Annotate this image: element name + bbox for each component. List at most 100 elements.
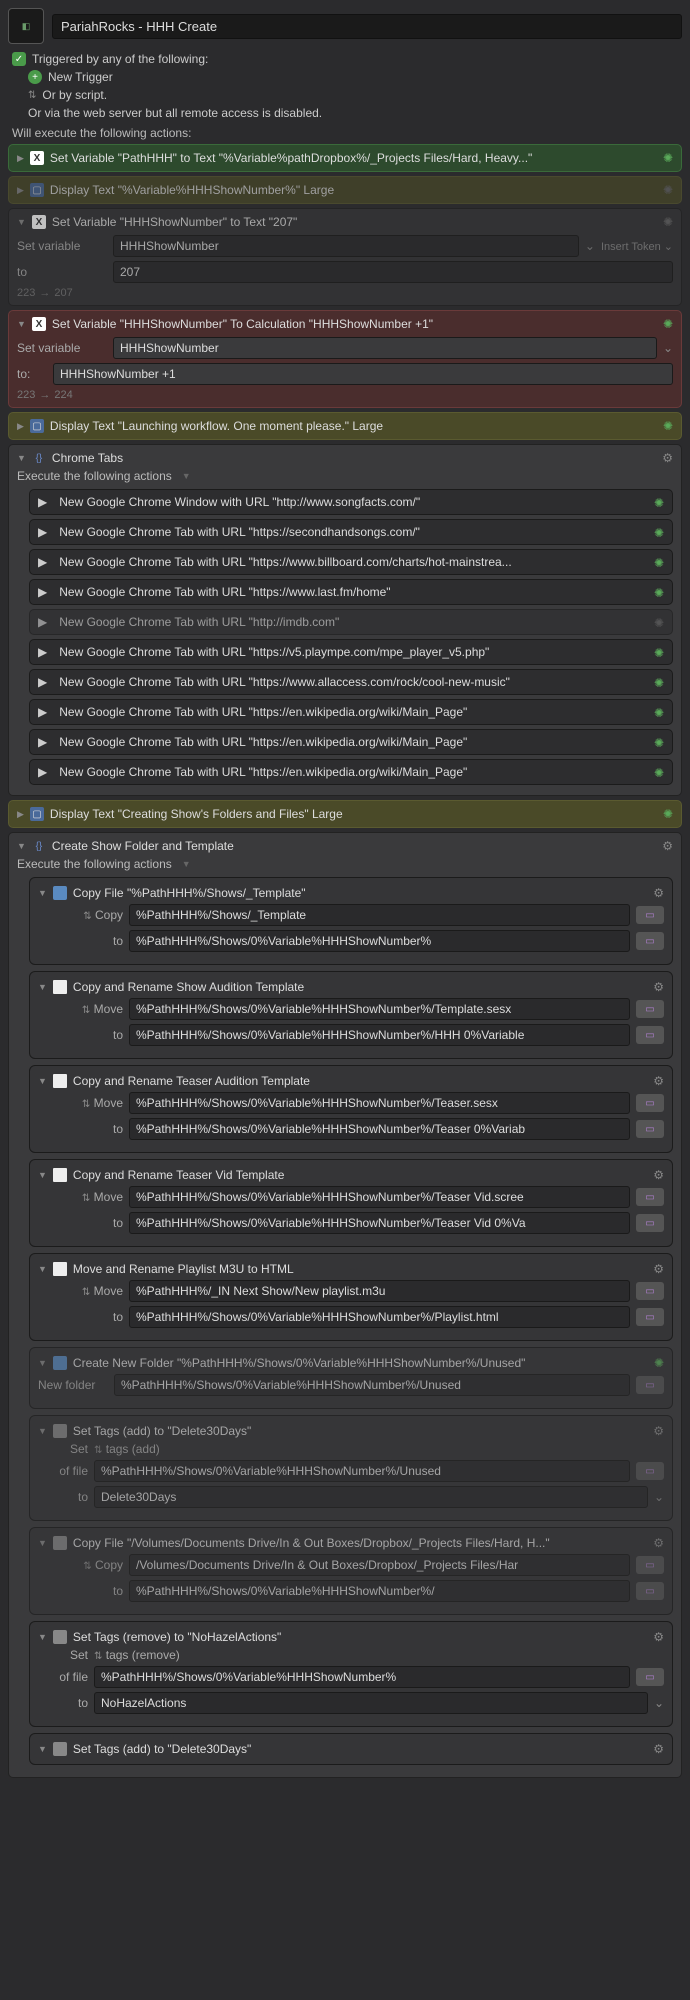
gear-icon[interactable]: ⚙ (653, 886, 664, 900)
disclosure-icon[interactable]: ▶ (17, 185, 24, 196)
gear-icon[interactable]: ✺ (654, 646, 664, 660)
disclosure-icon[interactable]: ▼ (38, 982, 47, 992)
disclosure-icon[interactable]: ▼ (17, 217, 26, 227)
chevron-down-icon[interactable]: ⌄ (654, 1696, 664, 1710)
gear-icon[interactable]: ✺ (654, 1356, 664, 1370)
chrome-tab-action[interactable]: ▶New Google Chrome Tab with URL "https:/… (29, 699, 673, 725)
path-input[interactable] (129, 1554, 630, 1576)
gear-icon[interactable]: ⚙ (662, 839, 673, 853)
path-input[interactable] (129, 1118, 630, 1140)
gear-icon[interactable]: ✺ (663, 419, 673, 433)
tag-input[interactable] (94, 1486, 648, 1508)
disclosure-icon[interactable]: ▶ (38, 765, 47, 779)
disclosure-icon[interactable]: ▶ (17, 421, 24, 432)
gear-icon[interactable]: ✺ (654, 526, 664, 540)
gear-icon[interactable]: ⚙ (653, 1074, 664, 1088)
disclosure-icon[interactable]: ▼ (38, 1076, 47, 1086)
dropdown-icon[interactable]: ▼ (182, 859, 191, 869)
path-input[interactable] (129, 1212, 630, 1234)
path-input[interactable] (129, 1306, 630, 1328)
action-set-tags-add-delete30-2[interactable]: ▼Set Tags (add) to "Delete30Days" ⚙ (29, 1733, 673, 1765)
chrome-tab-action[interactable]: ▶New Google Chrome Tab with URL "https:/… (29, 519, 673, 545)
gear-icon[interactable]: ⚙ (653, 1168, 664, 1182)
gear-icon[interactable]: ✺ (654, 556, 664, 570)
action-set-tags-add-delete30[interactable]: ▼Set Tags (add) to "Delete30Days" ⚙ Set⇅… (29, 1415, 673, 1521)
path-picker-button[interactable]: ▭ (636, 1094, 664, 1112)
disclosure-icon[interactable]: ▼ (38, 1264, 47, 1274)
action-copy-rename-teaser[interactable]: ▼Copy and Rename Teaser Audition Templat… (29, 1065, 673, 1153)
disclosure-icon[interactable]: ▶ (38, 495, 47, 509)
gear-icon[interactable]: ✺ (663, 151, 673, 165)
insert-token-button[interactable]: Insert Token ⌄ (601, 240, 673, 253)
gear-icon[interactable]: ✺ (663, 183, 673, 197)
action-copy-volumes[interactable]: ▼Copy File "/Volumes/Documents Drive/In … (29, 1527, 673, 1615)
chevron-down-icon[interactable]: ⌄ (663, 341, 673, 355)
variable-value-input[interactable] (113, 261, 673, 283)
action-set-variable-207[interactable]: ▼ X Set Variable "HHHShowNumber" to Text… (8, 208, 682, 306)
chrome-tab-action[interactable]: ▶New Google Chrome Tab with URL "https:/… (29, 669, 673, 695)
action-move-playlist[interactable]: ▼Move and Rename Playlist M3U to HTML ⚙ … (29, 1253, 673, 1341)
disclosure-icon[interactable]: ▼ (38, 1744, 47, 1754)
disclosure-icon[interactable]: ▶ (38, 645, 47, 659)
disclosure-icon[interactable]: ▶ (38, 705, 47, 719)
chevron-down-icon[interactable]: ⌄ (654, 1490, 664, 1504)
dropdown-icon[interactable]: ▼ (182, 471, 191, 481)
path-picker-button[interactable]: ▭ (636, 1000, 664, 1018)
variable-name-input[interactable] (113, 235, 579, 257)
gear-icon[interactable]: ✺ (663, 807, 673, 821)
action-copy-rename-audition[interactable]: ▼Copy and Rename Show Audition Template … (29, 971, 673, 1059)
chrome-tab-action[interactable]: ▶New Google Chrome Tab with URL "https:/… (29, 549, 673, 575)
path-input[interactable] (129, 1580, 630, 1602)
action-set-variable-pathhhh[interactable]: ▶ X Set Variable "PathHHH" to Text "%Var… (8, 144, 682, 172)
chrome-tab-action[interactable]: ▶New Google Chrome Window with URL "http… (29, 489, 673, 515)
gear-icon[interactable]: ⚙ (653, 980, 664, 994)
disclosure-icon[interactable]: ▼ (17, 319, 26, 329)
action-copy-rename-teaser-vid[interactable]: ▼Copy and Rename Teaser Vid Template ⚙ ⇅… (29, 1159, 673, 1247)
path-picker-button[interactable]: ▭ (636, 1188, 664, 1206)
disclosure-icon[interactable]: ▶ (38, 735, 47, 749)
path-input[interactable] (114, 1374, 630, 1396)
gear-icon[interactable]: ✺ (654, 766, 664, 780)
chevron-down-icon[interactable]: ⌄ (585, 239, 595, 253)
disclosure-icon[interactable]: ▼ (38, 888, 47, 898)
path-picker-button[interactable]: ▭ (636, 1668, 664, 1686)
chrome-tab-action[interactable]: ▶New Google Chrome Tab with URL "https:/… (29, 579, 673, 605)
path-picker-button[interactable]: ▭ (636, 1376, 664, 1394)
path-picker-button[interactable]: ▭ (636, 932, 664, 950)
path-input[interactable] (129, 998, 630, 1020)
path-picker-button[interactable]: ▭ (636, 1282, 664, 1300)
disclosure-icon[interactable]: ▶ (38, 525, 47, 539)
disclosure-icon[interactable]: ▼ (38, 1538, 47, 1548)
path-input[interactable] (129, 904, 630, 926)
path-input[interactable] (94, 1666, 630, 1688)
gear-icon[interactable]: ✺ (654, 706, 664, 720)
action-set-variable-calc[interactable]: ▼ X Set Variable "HHHShowNumber" To Calc… (8, 310, 682, 408)
disclosure-icon[interactable]: ▼ (38, 1426, 47, 1436)
path-picker-button[interactable]: ▭ (636, 1556, 664, 1574)
disclosure-icon[interactable]: ▼ (17, 453, 26, 463)
path-picker-button[interactable]: ▭ (636, 1308, 664, 1326)
gear-icon[interactable]: ⚙ (653, 1536, 664, 1550)
path-input[interactable] (94, 1460, 630, 1482)
disclosure-icon[interactable]: ▼ (38, 1170, 47, 1180)
variable-value-input[interactable] (53, 363, 673, 385)
chrome-tab-action[interactable]: ▶New Google Chrome Tab with URL "https:/… (29, 729, 673, 755)
disclosure-icon[interactable]: ▶ (38, 675, 47, 689)
action-set-tags-remove-nohazel[interactable]: ▼Set Tags (remove) to "NoHazelActions" ⚙… (29, 1621, 673, 1727)
macro-title-input[interactable] (52, 14, 682, 39)
chrome-tab-action[interactable]: ▶New Google Chrome Tab with URL "https:/… (29, 759, 673, 785)
path-picker-button[interactable]: ▭ (636, 1462, 664, 1480)
gear-icon[interactable]: ✺ (654, 496, 664, 510)
path-input[interactable] (129, 1280, 630, 1302)
gear-icon[interactable]: ✺ (654, 676, 664, 690)
disclosure-icon[interactable]: ▶ (17, 153, 24, 164)
trigger-enabled-checkbox[interactable]: ✓ (12, 52, 26, 66)
path-input[interactable] (129, 1186, 630, 1208)
disclosure-icon[interactable]: ▼ (38, 1358, 47, 1368)
action-display-creating[interactable]: ▶ ▢ Display Text "Creating Show's Folder… (8, 800, 682, 828)
chrome-tab-action[interactable]: ▶New Google Chrome Tab with URL "https:/… (29, 639, 673, 665)
path-picker-button[interactable]: ▭ (636, 1026, 664, 1044)
chrome-tab-action[interactable]: ▶New Google Chrome Tab with URL "http://… (29, 609, 673, 635)
path-picker-button[interactable]: ▭ (636, 1120, 664, 1138)
gear-icon[interactable]: ⚙ (653, 1262, 664, 1276)
